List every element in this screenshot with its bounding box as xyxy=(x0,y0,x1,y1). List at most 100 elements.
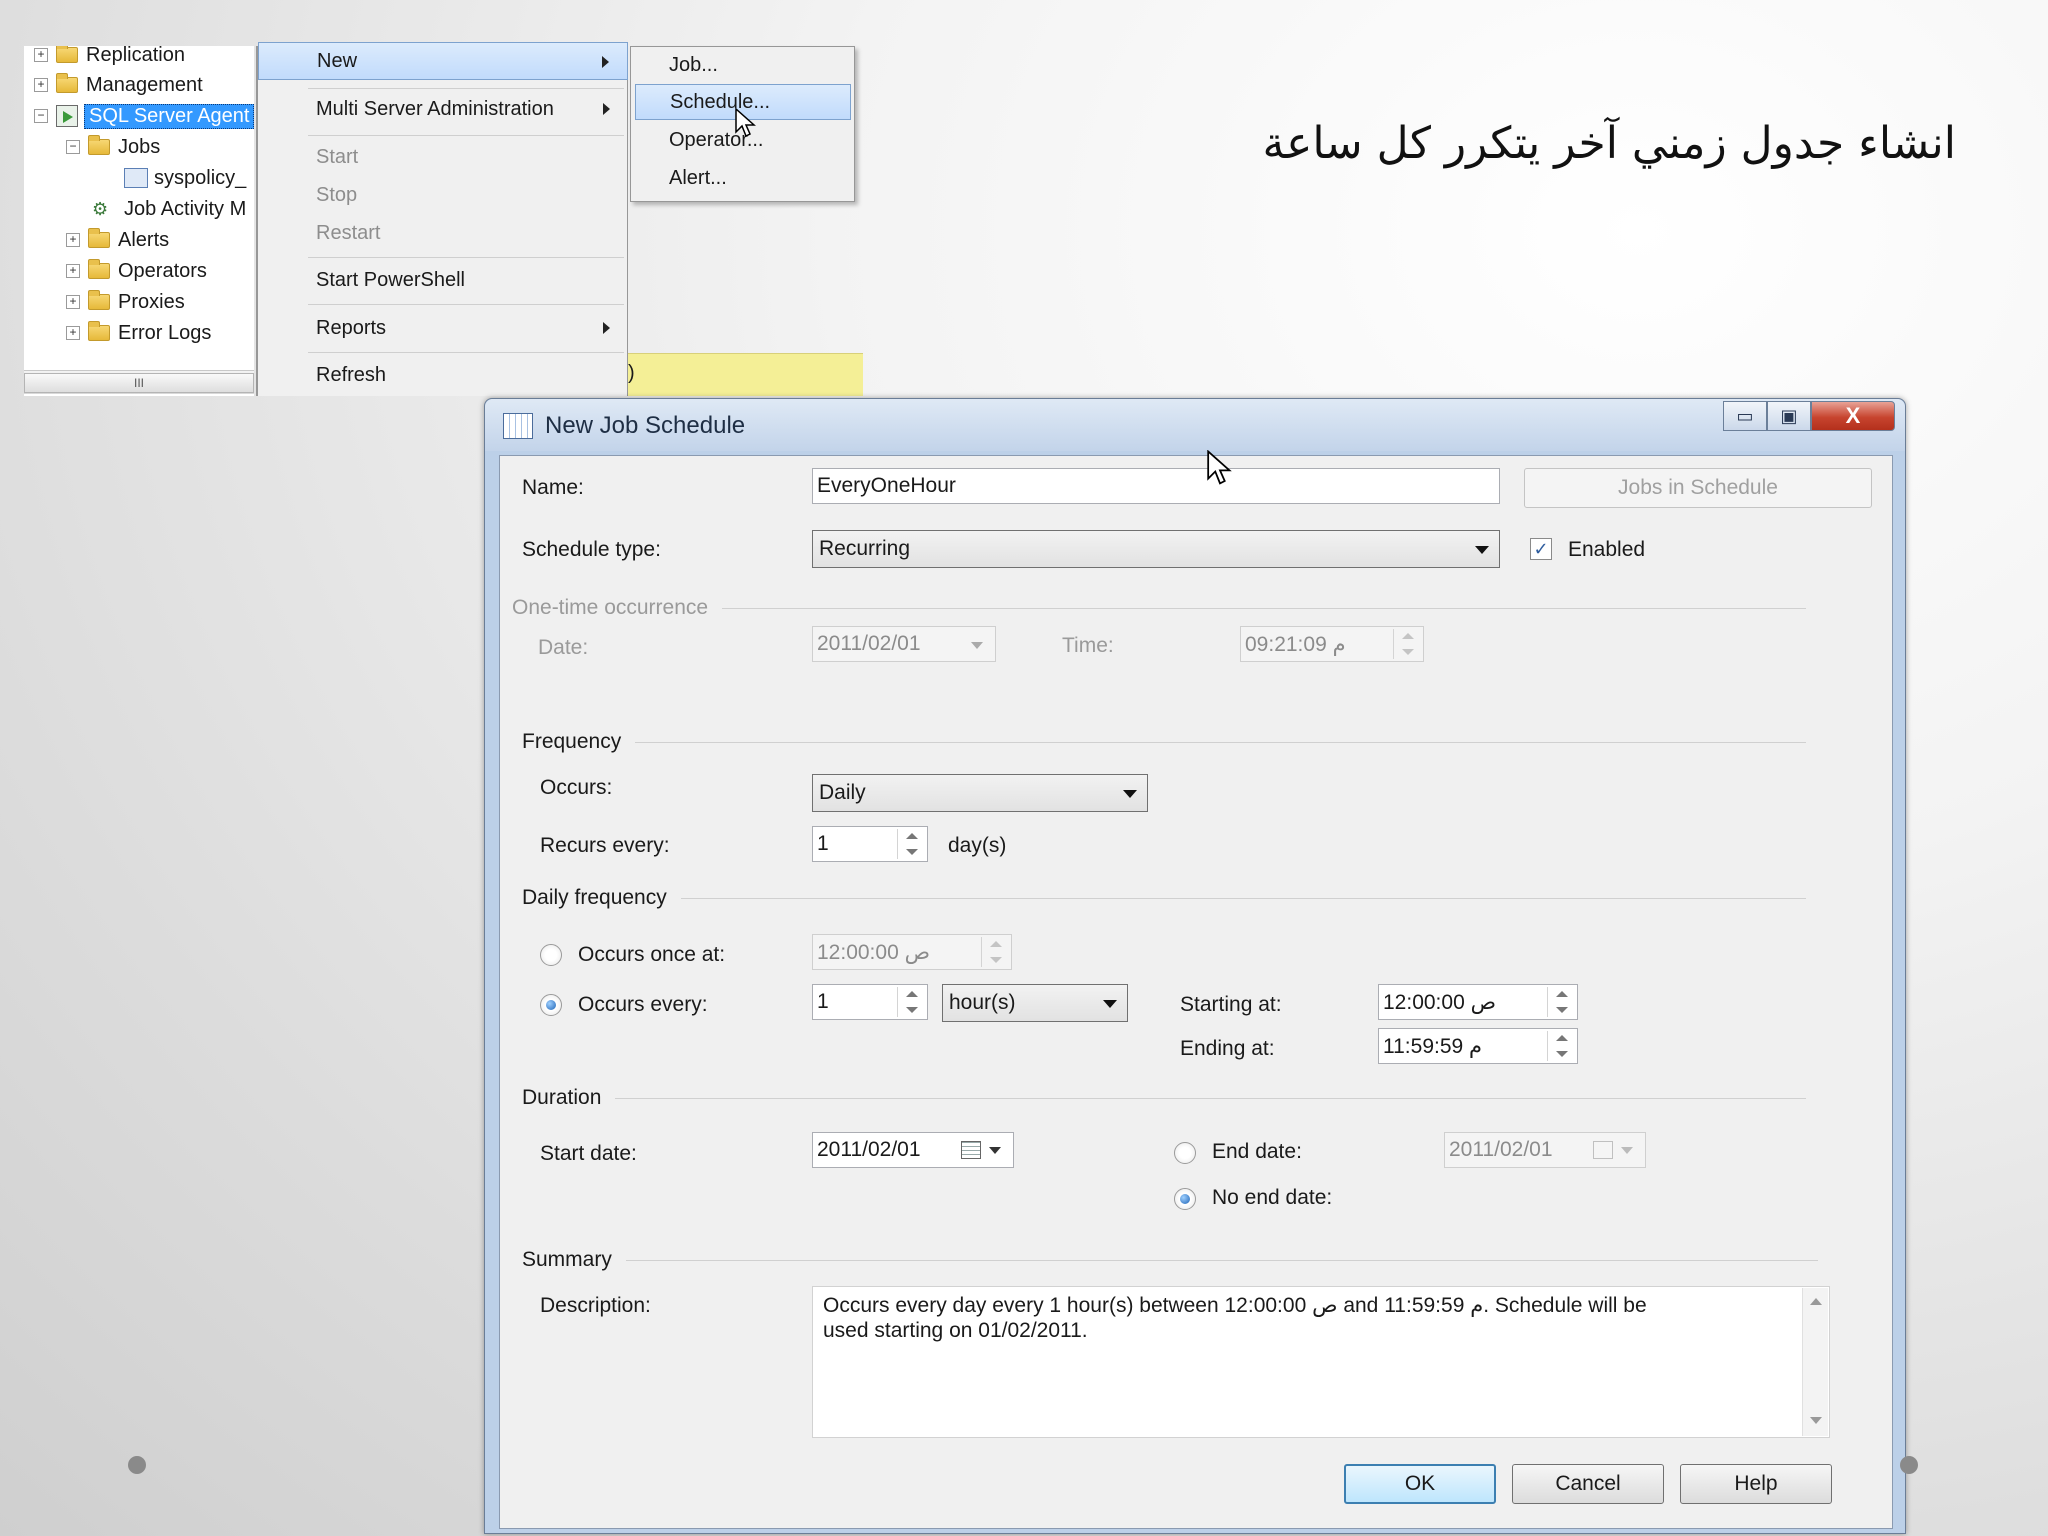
one-time-date-label: Date: xyxy=(538,636,589,659)
tree-horizontal-scrollbar[interactable]: III xyxy=(24,370,254,394)
occurs-every-input[interactable]: 1 xyxy=(812,984,928,1020)
folder-icon xyxy=(56,46,78,63)
tree-item-operators[interactable]: + Operators xyxy=(66,257,207,285)
expand-icon[interactable]: + xyxy=(66,295,80,309)
menu-item-refresh[interactable]: Refresh xyxy=(258,356,628,394)
calendar-icon xyxy=(1593,1141,1613,1159)
tree-item-job-activity-monitor[interactable]: ⚙ Job Activity M xyxy=(92,195,246,223)
menu-item-label: Alert... xyxy=(669,166,727,189)
description-scrollbar[interactable] xyxy=(1802,1288,1828,1436)
menu-item-alert[interactable]: Alert... xyxy=(635,160,851,196)
folder-icon xyxy=(88,135,110,155)
recurs-every-label: Recurs every: xyxy=(540,834,670,857)
schedule-type-select[interactable]: Recurring xyxy=(812,530,1500,568)
spinner-icon[interactable] xyxy=(981,937,1009,967)
submenu-arrow-icon xyxy=(602,56,609,68)
ending-at-label: Ending at: xyxy=(1180,1037,1275,1060)
starting-at-value: 12:00:00 ص xyxy=(1383,990,1496,1014)
window-controls: ▭ ▣ X xyxy=(1723,401,1895,431)
dialog-titlebar[interactable]: New Job Schedule ▭ ▣ X xyxy=(485,399,1905,451)
menu-item-label: Multi Server Administration xyxy=(316,97,554,120)
no-end-date-radio[interactable] xyxy=(1174,1188,1196,1210)
occurs-once-time-input[interactable]: 12:00:00 ص xyxy=(812,934,1012,970)
tree-item-jobs[interactable]: − Jobs xyxy=(66,133,160,161)
occurs-once-label: Occurs once at: xyxy=(578,943,726,966)
folder-icon xyxy=(88,259,110,279)
tree-item-replication[interactable]: + Replication xyxy=(34,46,185,69)
one-time-time-input[interactable]: 09:21:09 م xyxy=(1240,626,1424,662)
occurs-once-radio[interactable] xyxy=(540,944,562,966)
occurs-every-value: 1 xyxy=(817,990,829,1013)
menu-item-reports[interactable]: Reports xyxy=(258,309,628,347)
starting-at-time-input[interactable]: 12:00:00 ص xyxy=(1378,984,1578,1020)
occurs-every-unit-select[interactable]: hour(s) xyxy=(942,984,1128,1022)
tree-item-proxies[interactable]: + Proxies xyxy=(66,288,185,316)
chevron-down-icon xyxy=(1475,546,1489,554)
recurs-every-input[interactable]: 1 xyxy=(812,826,928,862)
tree-item-label: Job Activity M xyxy=(124,197,247,220)
spinner-icon[interactable] xyxy=(1547,987,1575,1017)
menu-item-start[interactable]: Start xyxy=(258,138,628,176)
slide-title: انشاء جدول زمني آخر يتكرر كل ساعة xyxy=(1262,118,1956,169)
new-job-schedule-dialog: New Job Schedule ▭ ▣ X Name: EveryOneHou… xyxy=(484,398,1906,1534)
expand-icon[interactable]: + xyxy=(34,78,48,92)
expand-icon[interactable]: + xyxy=(66,264,80,278)
collapse-icon[interactable]: − xyxy=(66,140,80,154)
no-end-date-label: No end date: xyxy=(1212,1186,1333,1209)
enabled-checkbox[interactable]: ✓ xyxy=(1530,538,1552,560)
menu-item-restart[interactable]: Restart xyxy=(258,214,628,252)
start-date-picker[interactable]: 2011/02/01 xyxy=(812,1132,1014,1168)
name-input[interactable]: EveryOneHour xyxy=(812,468,1500,504)
maximize-button[interactable]: ▣ xyxy=(1767,401,1811,431)
spinner-icon[interactable] xyxy=(1393,629,1421,659)
end-date-picker[interactable]: 2011/02/01 xyxy=(1444,1132,1646,1168)
scrollbar-thumb[interactable]: III xyxy=(24,373,254,393)
folder-icon xyxy=(56,73,78,93)
minimize-button[interactable]: ▭ xyxy=(1723,401,1767,431)
collapse-icon[interactable]: − xyxy=(34,109,48,123)
menu-item-job[interactable]: Job... xyxy=(635,47,851,83)
tree-item-alerts[interactable]: + Alerts xyxy=(66,226,169,254)
one-time-date-picker[interactable]: 2011/02/01 xyxy=(812,626,996,662)
tree-item-syspolicy-job[interactable]: syspolicy_ xyxy=(124,164,246,192)
one-time-time-label: Time: xyxy=(1062,634,1114,657)
object-explorer-tree: + Replication + Management − SQL Server … xyxy=(24,46,254,396)
help-button[interactable]: Help xyxy=(1680,1464,1832,1504)
spinner-icon[interactable] xyxy=(1547,1031,1575,1061)
calendar-dropdown-icon[interactable] xyxy=(961,1141,1005,1161)
menu-item-label: Start PowerShell xyxy=(316,268,465,291)
close-button[interactable]: X xyxy=(1811,401,1895,431)
menu-separator xyxy=(308,135,624,136)
menu-item-stop[interactable]: Stop xyxy=(258,176,628,214)
tree-item-error-logs[interactable]: + Error Logs xyxy=(66,319,211,347)
menu-item-multi-server-administration[interactable]: Multi Server Administration xyxy=(258,90,628,128)
end-date-radio[interactable] xyxy=(1174,1142,1196,1164)
duration-section-title: Duration xyxy=(522,1086,616,1110)
calendar-dropdown-icon[interactable] xyxy=(1593,1141,1637,1161)
schedule-calendar-icon xyxy=(503,413,533,439)
expand-icon[interactable]: + xyxy=(34,48,48,62)
scroll-down-icon[interactable] xyxy=(1810,1417,1822,1424)
tree-item-label: Jobs xyxy=(118,135,161,158)
menu-item-label: Reports xyxy=(316,316,387,339)
menu-item-start-powershell[interactable]: Start PowerShell xyxy=(258,261,628,299)
occurs-select[interactable]: Daily xyxy=(812,774,1148,812)
spinner-icon[interactable] xyxy=(897,987,925,1017)
summary-section-title: Summary xyxy=(522,1248,626,1272)
job-activity-monitor-icon: ⚙ xyxy=(92,199,109,219)
menu-item-new[interactable]: New xyxy=(258,42,628,80)
tree-item-sql-server-agent[interactable]: − SQL Server Agent xyxy=(34,102,254,130)
expand-icon[interactable]: + xyxy=(66,233,80,247)
spinner-icon[interactable] xyxy=(897,829,925,859)
recurs-unit-label: day(s) xyxy=(948,834,1007,857)
expand-icon[interactable]: + xyxy=(66,326,80,340)
scroll-up-icon[interactable] xyxy=(1810,1298,1822,1305)
jobs-in-schedule-button[interactable]: Jobs in Schedule xyxy=(1524,468,1872,508)
ok-button[interactable]: OK xyxy=(1344,1464,1496,1504)
cancel-button[interactable]: Cancel xyxy=(1512,1464,1664,1504)
tree-item-management[interactable]: + Management xyxy=(34,71,203,99)
occurs-every-radio[interactable] xyxy=(540,994,562,1016)
ending-at-time-input[interactable]: 11:59:59 م xyxy=(1378,1028,1578,1064)
description-textarea[interactable]: Occurs every day every 1 hour(s) between… xyxy=(812,1286,1830,1438)
occurs-once-time-value: 12:00:00 ص xyxy=(817,940,930,964)
